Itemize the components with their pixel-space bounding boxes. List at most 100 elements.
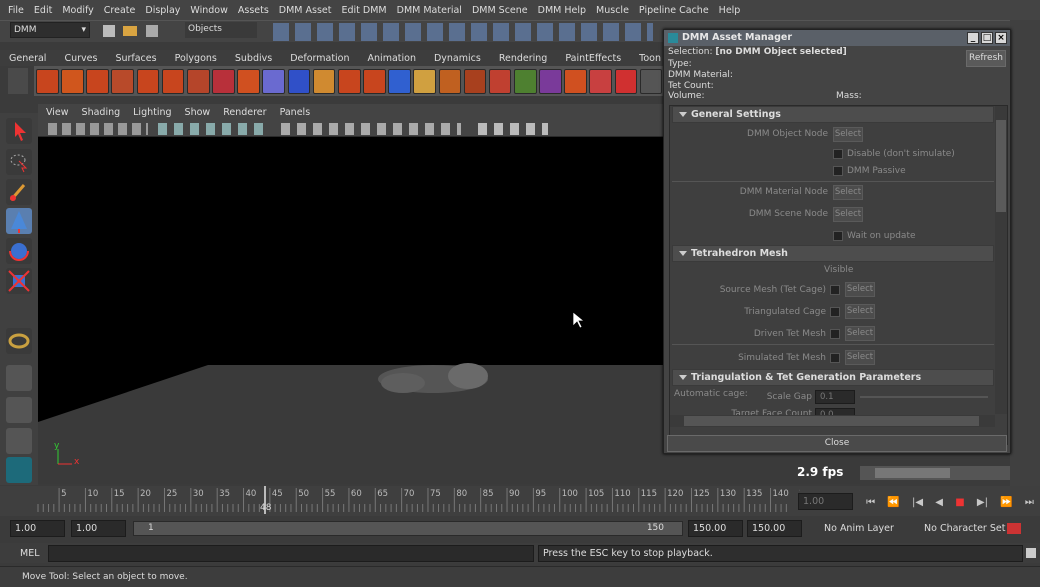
isolate-tools-icons[interactable]: [478, 123, 548, 135]
shelf-tool-icon[interactable]: [463, 68, 487, 94]
menu-item[interactable]: File: [8, 5, 24, 16]
panel-menu-item[interactable]: Panels: [280, 107, 311, 118]
disable-checkbox[interactable]: [833, 149, 843, 159]
scene-node-select-button[interactable]: Select: [833, 207, 863, 222]
anim-layer-dropdown[interactable]: No Anim Layer: [824, 523, 894, 534]
dmm-logo-icon[interactable]: [6, 457, 32, 483]
autokey-icon[interactable]: [1007, 523, 1021, 534]
source-mesh-visible-checkbox[interactable]: [830, 285, 840, 295]
menu-item[interactable]: Help: [719, 5, 741, 16]
shelf-tool-icon[interactable]: [262, 68, 286, 94]
menu-item[interactable]: Edit: [34, 5, 52, 16]
panel-menu-item[interactable]: View: [46, 107, 69, 118]
settings-scroll-area[interactable]: General Settings DMM Object Node Select …: [669, 105, 1008, 445]
dialog-horizontal-scrollbar[interactable]: [670, 415, 995, 427]
paint-select-icon[interactable]: [6, 179, 32, 205]
mel-input[interactable]: [48, 545, 534, 562]
step-forward-key-icon[interactable]: ⏩: [1000, 497, 1012, 508]
simulated-tet-mesh-select-button[interactable]: Select: [845, 350, 875, 365]
play-backward-icon[interactable]: ◀: [935, 497, 943, 508]
open-scene-icon[interactable]: [123, 26, 137, 36]
shelf-tool-icon[interactable]: [388, 68, 411, 94]
scale-tool-icon[interactable]: [6, 268, 32, 294]
shelf-tool-icon[interactable]: [488, 68, 512, 94]
panel-menu-item[interactable]: Show: [185, 107, 211, 118]
mel-label[interactable]: MEL: [20, 548, 40, 559]
horizontal-scrollbar[interactable]: [860, 466, 1010, 480]
time-slider[interactable]: 5 10 15 20 25 30 35 40 45 50 55 60 65 70 75 80 85 90 95 100…: [0, 486, 1040, 516]
rotate-tool-icon[interactable]: [6, 238, 32, 264]
menu-item[interactable]: Create: [104, 5, 136, 16]
selection-mode-dropdown[interactable]: Objects: [185, 22, 257, 38]
step-forward-frame-icon[interactable]: ▶|: [977, 497, 988, 508]
menu-item[interactable]: DMM Help: [538, 5, 586, 16]
passive-checkbox[interactable]: [833, 166, 843, 176]
object-node-select-button[interactable]: Select: [833, 127, 863, 142]
menu-item[interactable]: Window: [190, 5, 227, 16]
lasso-tool-icon[interactable]: [6, 149, 32, 175]
shelf-tab[interactable]: PaintEffects: [565, 53, 621, 64]
shelf-tab[interactable]: Polygons: [175, 53, 217, 64]
show-manipulator-icon[interactable]: [6, 328, 32, 354]
panel-menu-item[interactable]: Lighting: [133, 107, 171, 118]
shelf-tool-icon[interactable]: [337, 68, 361, 94]
triangulated-cage-visible-checkbox[interactable]: [830, 307, 840, 317]
shelf-tool-icon[interactable]: [136, 68, 160, 94]
shelf-tab[interactable]: Surfaces: [115, 53, 156, 64]
general-settings-header[interactable]: General Settings: [672, 106, 994, 123]
dialog-title-bar[interactable]: DMM Asset Manager _ □ ×: [664, 30, 1010, 46]
menu-item[interactable]: Pipeline Cache: [639, 5, 709, 16]
menu-item[interactable]: Display: [145, 5, 180, 16]
triangulated-cage-select-button[interactable]: Select: [845, 304, 875, 319]
menu-item[interactable]: Edit DMM: [342, 5, 387, 16]
shelf-tool-icon[interactable]: [363, 68, 386, 94]
end-time-field[interactable]: 150.00: [747, 520, 802, 537]
shelf-tool-icon[interactable]: [413, 68, 436, 94]
shelf-tool-icon[interactable]: [539, 68, 562, 94]
menuset-dropdown[interactable]: DMM ▾: [10, 22, 90, 38]
wait-on-update-checkbox[interactable]: [833, 231, 843, 241]
shelf-tool-icon[interactable]: [438, 68, 462, 94]
four-pane-layout-icon[interactable]: [6, 397, 32, 423]
shelf-tab[interactable]: Dynamics: [434, 53, 481, 64]
shelf-tool-icon[interactable]: [614, 68, 638, 94]
shelf-tool-icon[interactable]: [111, 68, 135, 94]
shelf-tool-icon[interactable]: [212, 68, 235, 94]
playback-end-field[interactable]: 150.00: [688, 520, 743, 537]
go-to-start-icon[interactable]: ⏮: [866, 497, 875, 508]
menu-item[interactable]: DMM Asset: [279, 5, 332, 16]
shelf-options-icon[interactable]: [8, 68, 28, 94]
minimize-button[interactable]: _: [967, 32, 979, 44]
shelf-tool-icon[interactable]: [237, 68, 260, 94]
refresh-button[interactable]: Refresh: [966, 50, 1006, 67]
vertical-scrollbar[interactable]: [995, 106, 1007, 414]
shelf-tool-icon[interactable]: [161, 68, 185, 94]
menu-item[interactable]: Muscle: [596, 5, 629, 16]
snap-toolbar-icons[interactable]: [273, 23, 653, 41]
shelf-tool-icon[interactable]: [186, 68, 210, 94]
start-time-field[interactable]: 1.00: [10, 520, 65, 537]
shelf-tool-icon[interactable]: [61, 68, 84, 94]
select-tool-icon[interactable]: [6, 118, 32, 144]
menu-item[interactable]: Assets: [238, 5, 269, 16]
shelf-tab[interactable]: Subdivs: [235, 53, 272, 64]
scale-gap-slider[interactable]: [860, 396, 988, 398]
driven-tet-mesh-select-button[interactable]: Select: [845, 326, 875, 341]
shelf-tool-icon[interactable]: [639, 68, 663, 94]
display-tools-icons[interactable]: [158, 123, 268, 135]
scale-gap-field[interactable]: 0.1: [815, 390, 855, 404]
shelf-tab[interactable]: General: [9, 53, 46, 64]
menu-item[interactable]: DMM Scene: [472, 5, 528, 16]
shelf-tab[interactable]: Animation: [368, 53, 416, 64]
current-time-field[interactable]: 1.00: [798, 493, 853, 510]
single-pane-layout-icon[interactable]: [6, 365, 32, 391]
shelf-tool-icon[interactable]: [86, 68, 109, 94]
tetrahedron-mesh-header[interactable]: Tetrahedron Mesh: [672, 245, 994, 262]
shelf-tool-icon[interactable]: [312, 68, 336, 94]
shelf-tab[interactable]: Toon: [639, 53, 661, 64]
go-to-end-icon[interactable]: ⏭: [1025, 497, 1034, 508]
step-back-frame-icon[interactable]: |◀: [912, 497, 923, 508]
panel-menu-item[interactable]: Renderer: [223, 107, 266, 118]
menu-item[interactable]: Modify: [62, 5, 93, 16]
shelf-tab[interactable]: Curves: [64, 53, 97, 64]
